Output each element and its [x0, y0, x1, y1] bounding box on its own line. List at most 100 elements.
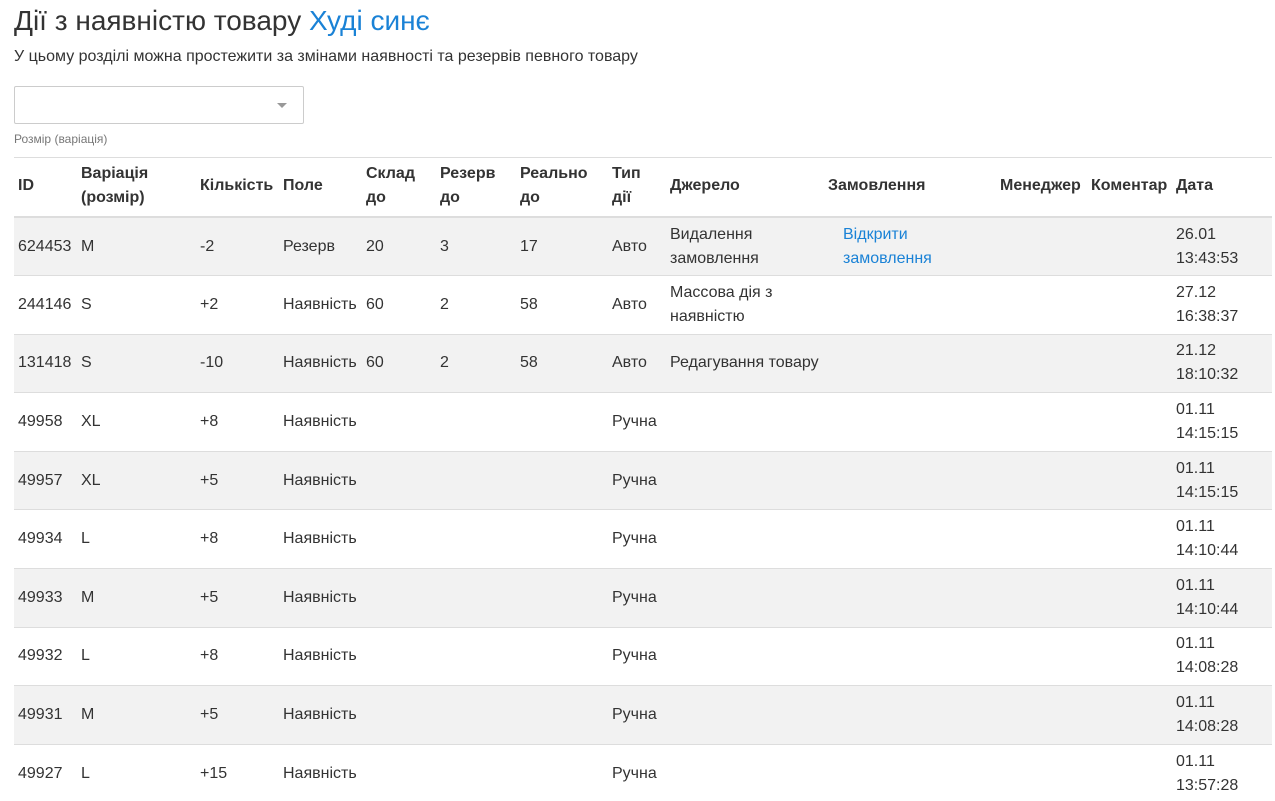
table-row: 49958 XL +8 Наявність Ручна 01.11 14:15:…: [14, 392, 1272, 452]
cell-order: [824, 743, 996, 801]
cell-manager: [996, 275, 1087, 335]
cell-comment: [1087, 216, 1172, 276]
col-header-action-type: Тип дії: [608, 157, 666, 218]
cell-field: Наявність: [279, 392, 362, 452]
cell-field: Наявність: [279, 626, 362, 686]
cell-field: Наявність: [279, 509, 362, 569]
cell-date: 01.11 14:15:15: [1172, 450, 1272, 510]
cell-date: 01.11 14:10:44: [1172, 509, 1272, 569]
col-header-stock-before: Склад до: [362, 157, 436, 218]
page-title-prefix: Дії з наявністю товару: [14, 5, 302, 36]
col-header-reserve-before: Резерв до: [436, 157, 516, 218]
cell-quantity: +5: [196, 450, 279, 510]
cell-action-type: Ручна: [608, 568, 666, 628]
cell-date: 01.11 14:08:28: [1172, 685, 1272, 745]
cell-variation: L: [77, 743, 196, 801]
table-row: 49933 M +5 Наявність Ручна 01.11 14:10:4…: [14, 568, 1272, 628]
cell-variation: L: [77, 626, 196, 686]
cell-id: 624453: [14, 216, 77, 276]
table-row: 49927 L +15 Наявність Ручна 01.11 13:57:…: [14, 743, 1272, 801]
cell-manager: [996, 509, 1087, 569]
cell-comment: [1087, 275, 1172, 335]
cell-real-before: 17: [516, 216, 608, 276]
cell-order: [824, 392, 996, 452]
open-order-link[interactable]: Відкрити замовлення: [828, 223, 992, 271]
col-header-date: Дата: [1172, 157, 1272, 218]
cell-comment: [1087, 626, 1172, 686]
cell-variation: S: [77, 333, 196, 393]
cell-manager: [996, 685, 1087, 745]
cell-stock-before: 20: [362, 216, 436, 276]
cell-manager: [996, 333, 1087, 393]
cell-id: 49933: [14, 568, 77, 628]
cell-date: 21.12 18:10:32: [1172, 333, 1272, 393]
cell-order: [824, 568, 996, 628]
cell-id: 49927: [14, 743, 77, 801]
cell-variation: M: [77, 685, 196, 745]
cell-action-type: Авто: [608, 275, 666, 335]
cell-manager: [996, 743, 1087, 801]
cell-quantity: -2: [196, 216, 279, 276]
cell-source: [666, 392, 824, 452]
cell-real-before: 58: [516, 275, 608, 335]
cell-manager: [996, 450, 1087, 510]
cell-field: Резерв: [279, 216, 362, 276]
chevron-down-icon: [277, 103, 287, 108]
cell-source: [666, 743, 824, 801]
col-header-variation: Варіація (розмір): [77, 157, 196, 218]
cell-stock-before: [362, 450, 436, 510]
cell-order: [824, 450, 996, 510]
cell-field: Наявність: [279, 743, 362, 801]
table-header-row: ID Варіація (розмір) Кількість Поле Скла…: [14, 157, 1272, 218]
cell-source: Редагування товару: [666, 333, 824, 393]
product-link[interactable]: Худі синє: [309, 5, 430, 36]
page-subtitle: У цьому розділі можна простежити за змін…: [14, 48, 638, 65]
cell-stock-before: [362, 568, 436, 628]
cell-id: 131418: [14, 333, 77, 393]
cell-comment: [1087, 450, 1172, 510]
cell-reserve-before: 2: [436, 333, 516, 393]
cell-reserve-before: [436, 626, 516, 686]
cell-comment: [1087, 685, 1172, 745]
cell-order: [824, 685, 996, 745]
col-header-source: Джерело: [666, 157, 824, 218]
cell-field: Наявність: [279, 275, 362, 335]
cell-quantity: +15: [196, 743, 279, 801]
cell-quantity: +2: [196, 275, 279, 335]
cell-reserve-before: [436, 743, 516, 801]
cell-quantity: +5: [196, 568, 279, 628]
cell-source: [666, 568, 824, 628]
cell-reserve-before: [436, 568, 516, 628]
cell-action-type: Ручна: [608, 509, 666, 569]
stock-history-table: ID Варіація (розмір) Кількість Поле Скла…: [14, 157, 1272, 801]
cell-action-type: Ручна: [608, 392, 666, 452]
cell-real-before: [516, 392, 608, 452]
variation-select[interactable]: [14, 86, 304, 124]
cell-action-type: Авто: [608, 216, 666, 276]
cell-real-before: [516, 626, 608, 686]
cell-field: Наявність: [279, 685, 362, 745]
cell-source: Видалення замовлення: [666, 216, 824, 276]
table-row: 49932 L +8 Наявність Ручна 01.11 14:08:2…: [14, 626, 1272, 686]
cell-order: [824, 509, 996, 569]
cell-quantity: +8: [196, 392, 279, 452]
cell-comment: [1087, 333, 1172, 393]
cell-quantity: +8: [196, 626, 279, 686]
cell-id: 49958: [14, 392, 77, 452]
cell-field: Наявність: [279, 568, 362, 628]
cell-action-type: Ручна: [608, 685, 666, 745]
cell-date: 01.11 14:08:28: [1172, 626, 1272, 686]
cell-order: [824, 626, 996, 686]
cell-real-before: [516, 568, 608, 628]
cell-field: Наявність: [279, 450, 362, 510]
cell-id: 49932: [14, 626, 77, 686]
cell-quantity: +5: [196, 685, 279, 745]
col-header-order: Замовлення: [824, 157, 996, 218]
col-header-quantity: Кількість: [196, 157, 279, 218]
cell-date: 01.11 14:15:15: [1172, 392, 1272, 452]
cell-reserve-before: [436, 392, 516, 452]
cell-date: 26.01 13:43:53: [1172, 216, 1272, 276]
cell-order: [824, 333, 996, 393]
cell-order: [824, 275, 996, 335]
cell-manager: [996, 568, 1087, 628]
